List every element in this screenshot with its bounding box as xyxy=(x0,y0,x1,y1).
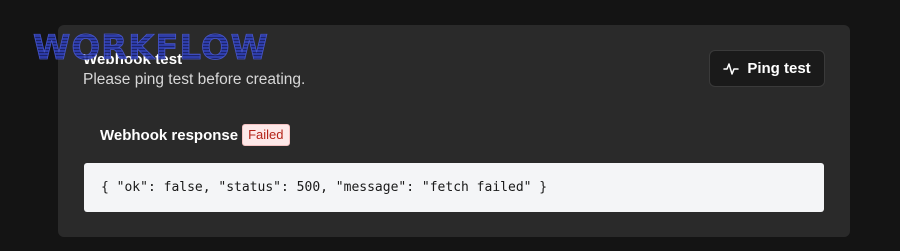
webhook-test-subtitle: Please ping test before creating. xyxy=(83,71,306,88)
response-body-box: { "ok": false, "status": 500, "message":… xyxy=(84,163,824,212)
workflow-logo: WORKFLOW xyxy=(31,26,273,68)
ping-test-label: Ping test xyxy=(747,60,811,77)
response-header: Webhook response Failed xyxy=(100,124,290,146)
page: WORKFLOW Webhook test Please ping test b… xyxy=(0,0,900,251)
response-body: { "ok": false, "status": 500, "message":… xyxy=(101,180,548,195)
status-badge: Failed xyxy=(242,124,290,146)
activity-icon xyxy=(723,62,740,76)
svg-text:WORKFLOW: WORKFLOW xyxy=(33,28,269,68)
webhook-response-title: Webhook response xyxy=(100,126,239,144)
ping-test-button[interactable]: Ping test xyxy=(709,50,825,87)
